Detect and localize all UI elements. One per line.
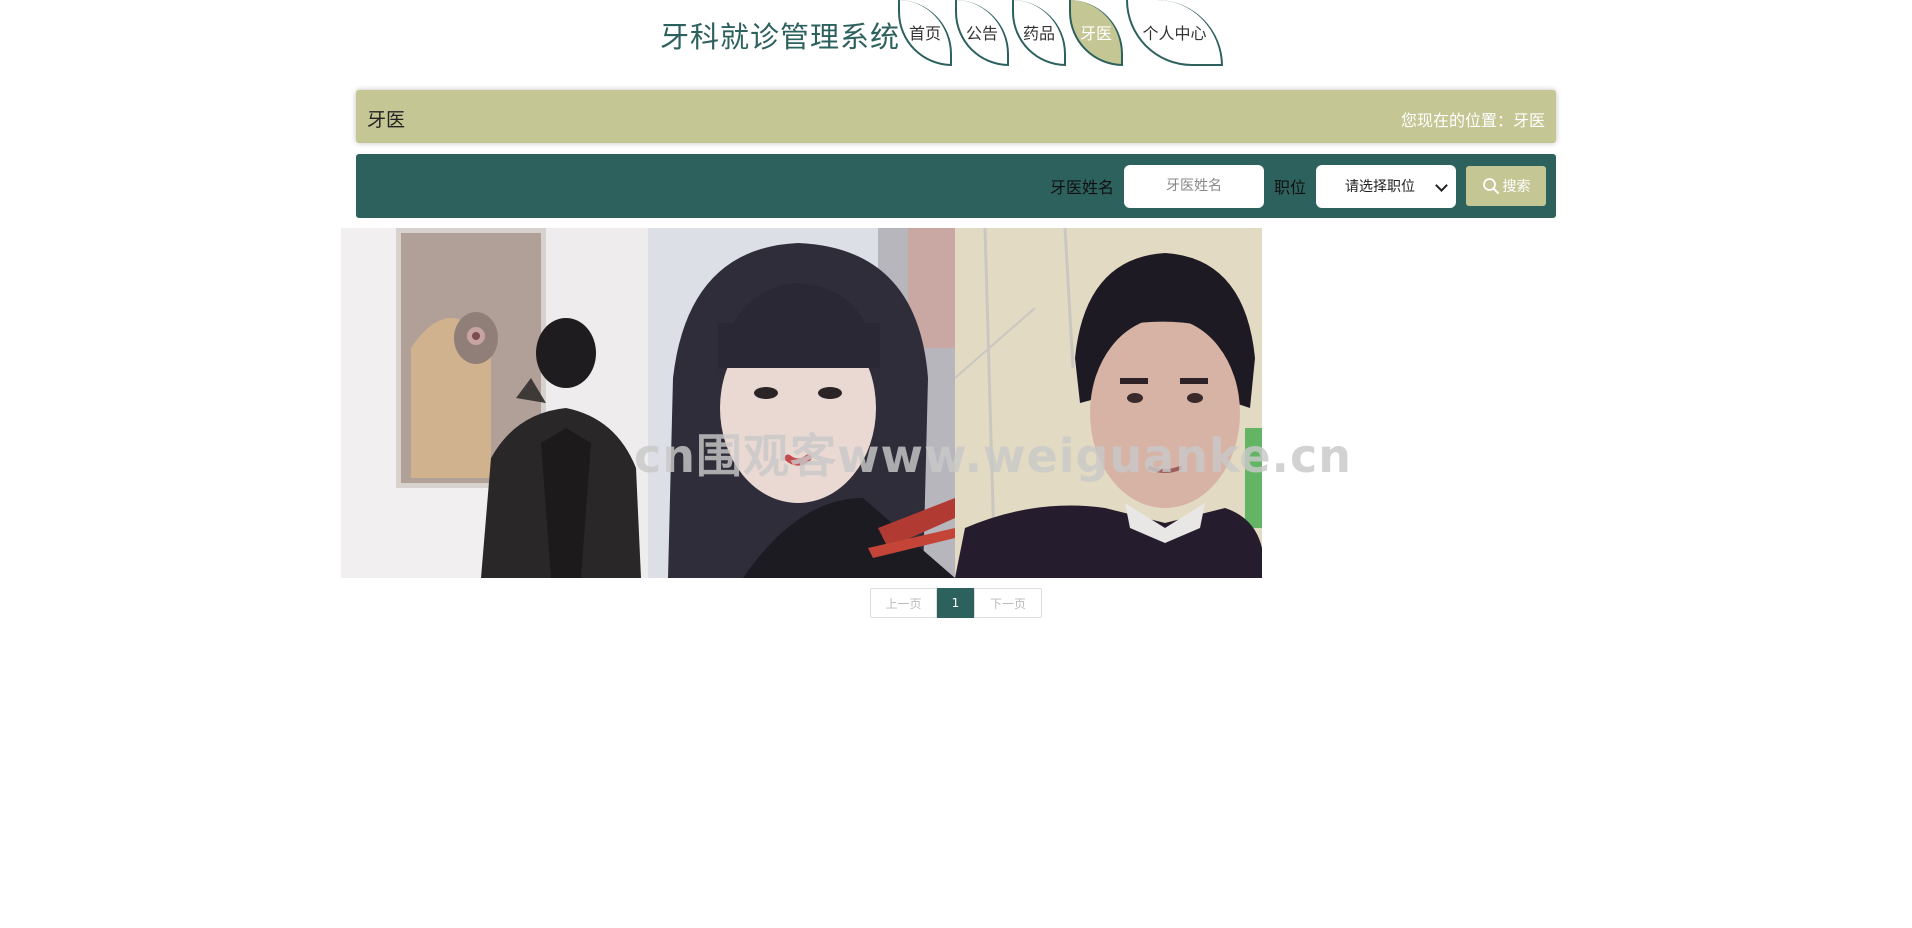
nav-item-dentist[interactable]: 牙医 xyxy=(1069,0,1123,66)
dentist-card[interactable] xyxy=(648,228,955,578)
breadcrumb: 您现在的位置：牙医 xyxy=(1400,111,1545,130)
dentist-photo-3 xyxy=(955,228,1262,578)
dentist-name-label: 牙医姓名 xyxy=(1049,178,1114,197)
search-button[interactable]: 搜索 xyxy=(1466,166,1546,206)
site-title: 牙科就诊管理系统 xyxy=(660,20,901,54)
nav-item-medicine[interactable]: 药品 xyxy=(1012,0,1066,66)
breadcrumb-bar: 牙医 您现在的位置：牙医 xyxy=(356,90,1556,143)
dentist-card[interactable] xyxy=(955,228,1262,578)
page-number-button[interactable]: 1 xyxy=(937,588,974,618)
search-icon xyxy=(1482,178,1499,194)
position-select-value: 请选择职位 xyxy=(1345,179,1415,195)
prev-page-button[interactable]: 上一页 xyxy=(870,588,937,618)
position-label: 职位 xyxy=(1273,178,1306,197)
search-form: 牙医姓名 职位 请选择职位 搜索 xyxy=(1050,164,1546,208)
page-title: 牙医 xyxy=(367,109,406,131)
nav-item-profile[interactable]: 个人中心 xyxy=(1126,0,1223,66)
search-bar: 牙医姓名 职位 请选择职位 搜索 xyxy=(356,154,1556,218)
next-page-button[interactable]: 下一页 xyxy=(974,588,1042,618)
search-button-label: 搜索 xyxy=(1502,179,1531,195)
main-nav: 首页 公告 药品 牙医 个人中心 xyxy=(898,0,1226,66)
position-select[interactable]: 请选择职位 xyxy=(1316,164,1456,208)
dentist-photo-2 xyxy=(648,228,955,578)
header: 牙科就诊管理系统 首页 公告 药品 牙医 个人中心 xyxy=(0,0,1912,70)
dentist-name-input[interactable] xyxy=(1123,164,1264,208)
dentist-card[interactable] xyxy=(341,228,648,578)
nav-item-home[interactable]: 首页 xyxy=(898,0,952,66)
chevron-down-icon xyxy=(1435,178,1448,192)
pagination: 上一页 1 下一页 xyxy=(870,588,1042,618)
dentist-photo-1 xyxy=(341,228,648,578)
dentist-gallery xyxy=(341,228,1262,578)
nav-item-notice[interactable]: 公告 xyxy=(955,0,1009,66)
